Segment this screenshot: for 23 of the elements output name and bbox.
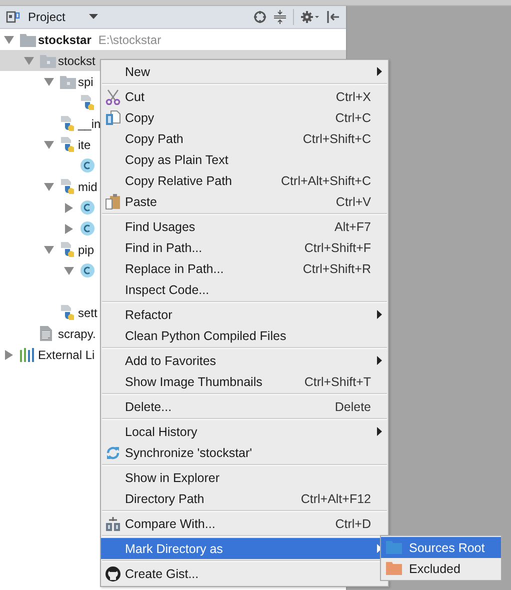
- tree-label: spi: [78, 74, 94, 88]
- shortcut-label: Alt+F7: [334, 220, 371, 234]
- shortcut-label: Ctrl+Shift+T: [304, 374, 371, 388]
- tree-label: stockst: [58, 54, 96, 68]
- shortcut-label: Ctrl+V: [336, 194, 371, 208]
- shortcut-label: Ctrl+Shift+C: [302, 132, 371, 146]
- shortcut-label: Ctrl+D: [335, 516, 371, 530]
- tree-label: pip: [78, 242, 94, 256]
- shortcut-label: Ctrl+Shift+F: [304, 240, 371, 254]
- shortcut-label: Delete: [334, 400, 371, 414]
- tree-label: ite: [78, 138, 91, 152]
- tree-label: scrapy.: [58, 326, 96, 340]
- path-label: E:\stockstar: [98, 32, 162, 46]
- tree-label: sett: [78, 306, 98, 320]
- shortcut-label: Ctrl+Alt+Shift+C: [281, 174, 371, 188]
- tree-label: mid: [78, 180, 98, 194]
- shortcut-label: Ctrl+Alt+F12: [300, 492, 371, 506]
- shortcut-label: Ctrl+X: [336, 90, 371, 104]
- tree-label: __in: [78, 116, 101, 130]
- shortcut-label: Ctrl+C: [335, 110, 371, 124]
- tree-label: External Li: [38, 348, 95, 362]
- shortcut-label: Ctrl+Shift+R: [302, 262, 371, 276]
- tree-label: stockstar: [38, 32, 92, 46]
